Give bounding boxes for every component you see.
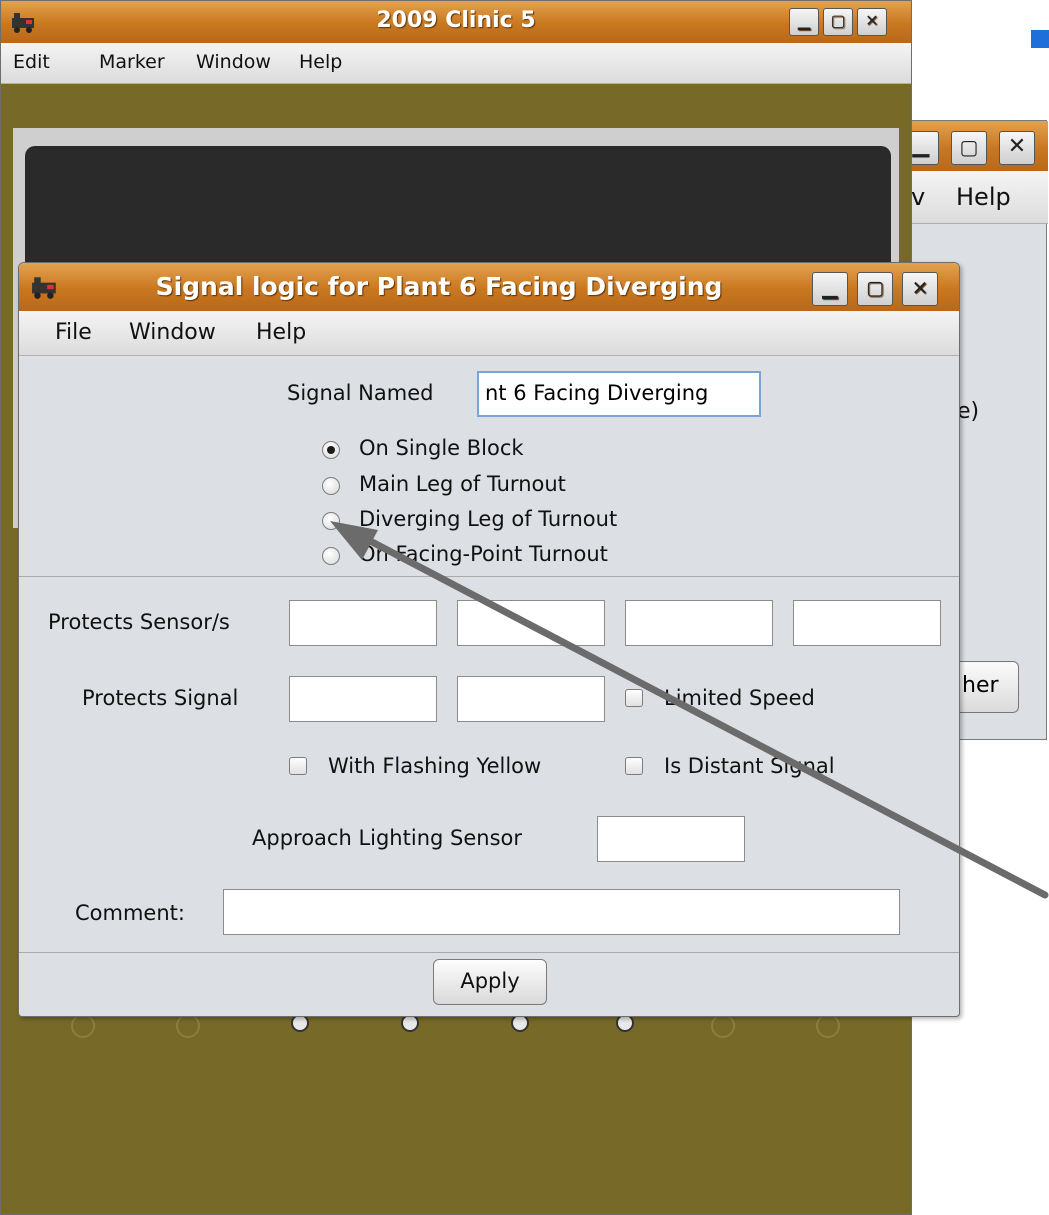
- annotation-arrow: [330, 521, 1049, 899]
